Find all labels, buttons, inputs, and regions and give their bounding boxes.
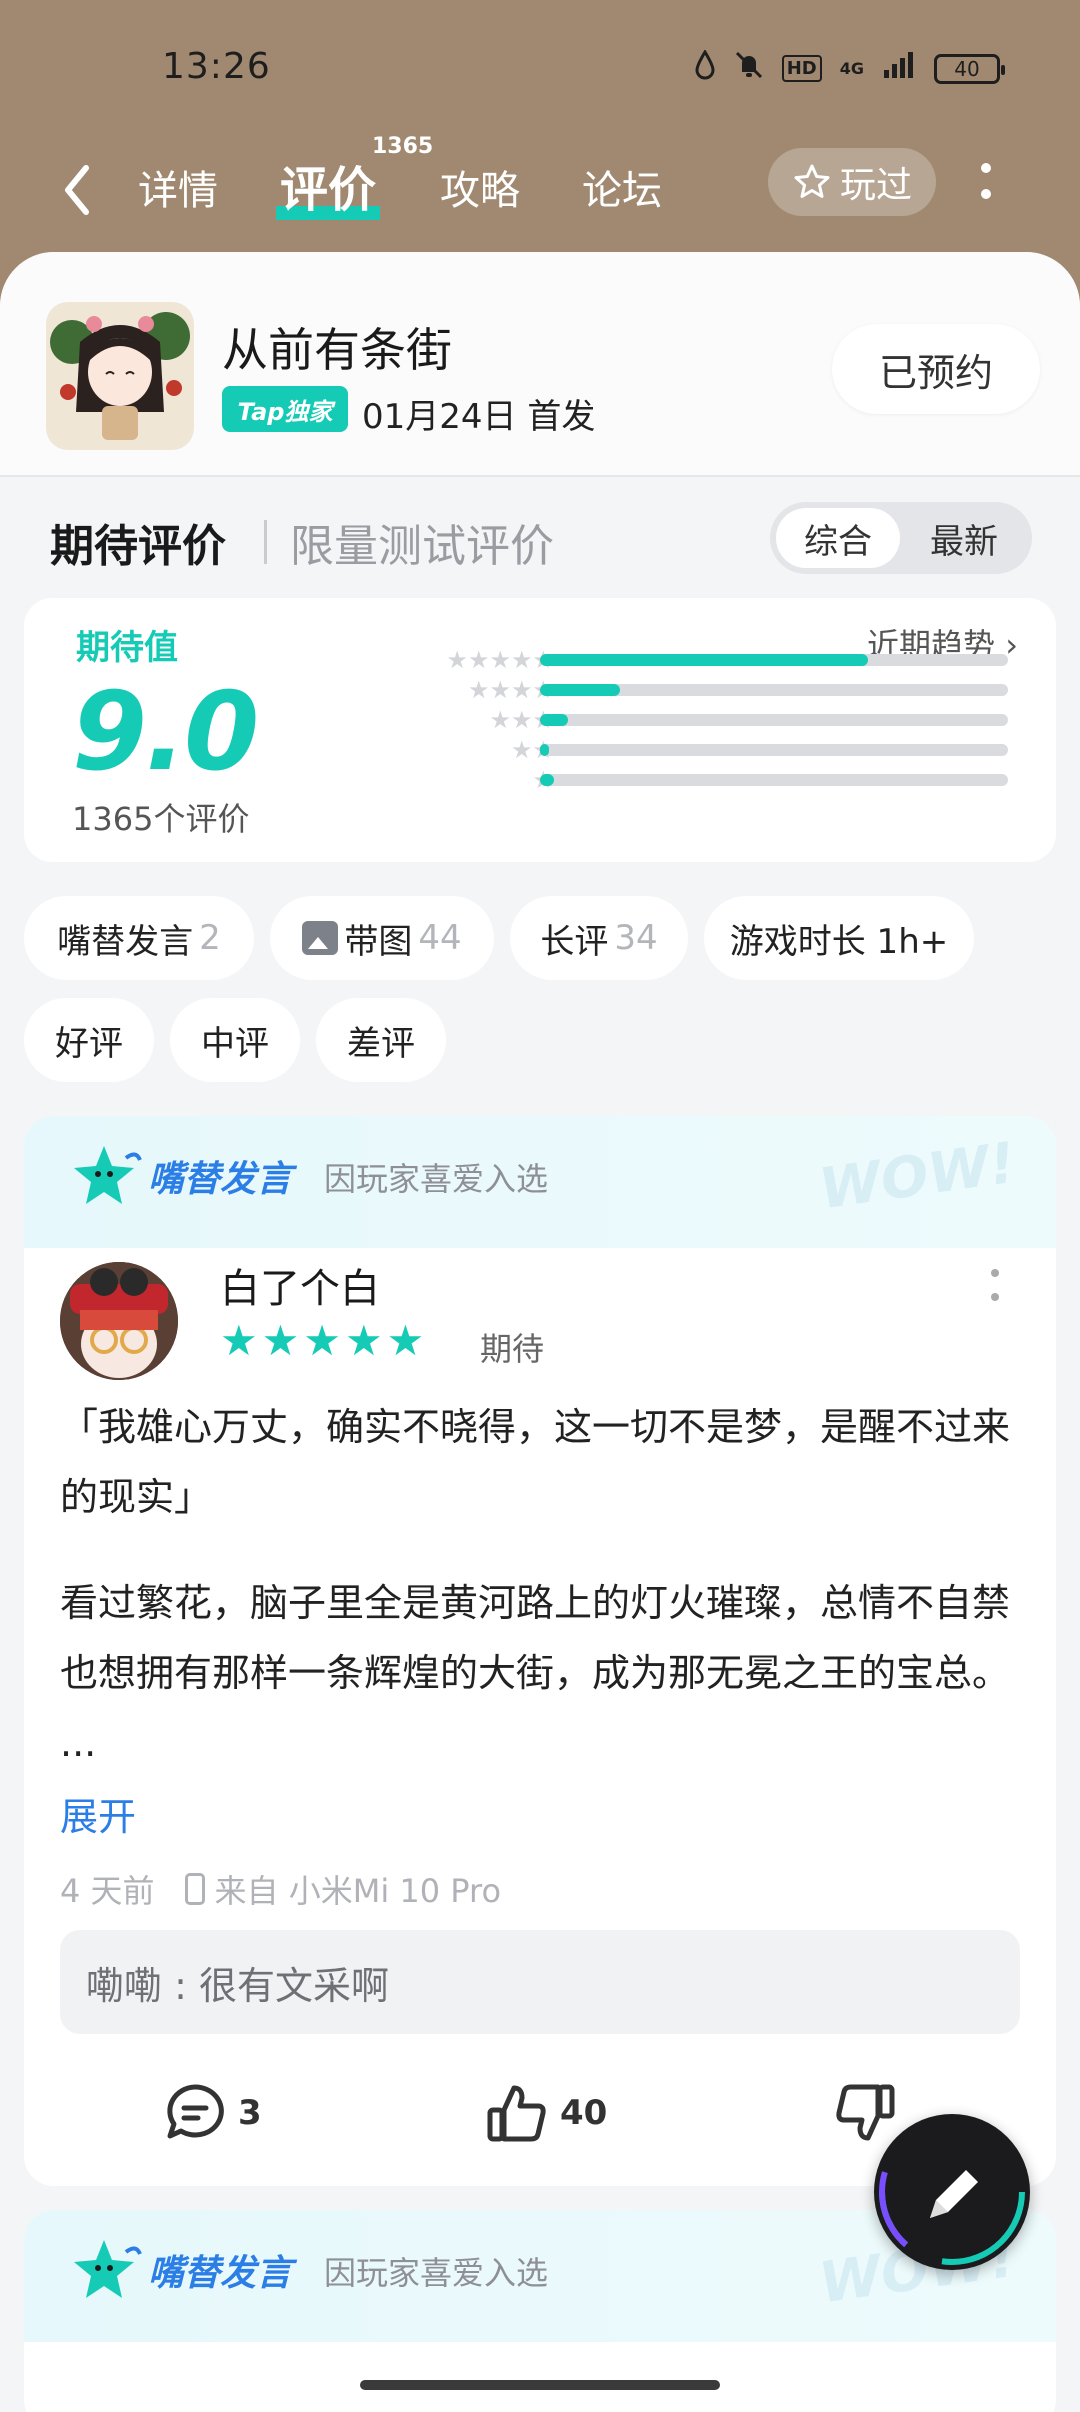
write-review-button[interactable]	[874, 2114, 1030, 2270]
review-device: 来自 小米Mi 10 Pro	[214, 1872, 502, 1910]
release-date: 01月24日 首发	[362, 397, 596, 437]
divider	[264, 520, 267, 564]
distribution-stars: ★★★★	[467, 676, 554, 704]
sort-latest[interactable]: 最新	[902, 508, 1026, 568]
expectation-reviews-tab[interactable]: 期待评价	[50, 510, 226, 574]
distribution-bar-fill	[540, 654, 868, 666]
chip-label: 游戏时长 1h+	[729, 921, 949, 962]
chip-featured[interactable]: 嘴替发言 2	[24, 896, 254, 980]
status-bar: 13:26 HD 4G 40	[0, 0, 1080, 140]
review-more-icon[interactable]	[990, 1268, 1000, 1302]
distribution-bar-fill	[540, 774, 555, 786]
reply-preview[interactable]: 嘞嘞 : 很有文采啊	[60, 1930, 1020, 2034]
status-time: 13:26	[162, 46, 271, 87]
tab-reviews[interactable]: 评价	[275, 150, 381, 220]
thumbs-up-icon	[487, 2085, 546, 2142]
distribution-stars: ★	[374, 766, 554, 794]
rating-attitude: 期待	[480, 1330, 545, 1368]
chip-long-reviews[interactable]: 长评 34	[510, 896, 688, 980]
chip-label: 中评	[201, 1023, 269, 1064]
distribution-stars: ★★★	[489, 706, 554, 734]
score-card: 期待值 9.0 1365个评价 近期趋势 › ★★★★★★★★★★★★★★★	[24, 598, 1056, 862]
sort-comprehensive[interactable]: 综合	[776, 508, 900, 568]
featured-reason: 因玩家喜爱入选	[324, 2254, 549, 2292]
rating-stars: ★★★★★	[220, 1316, 429, 1365]
chip-count: 44	[418, 918, 462, 958]
star-outline-icon	[794, 164, 830, 198]
review-card: 嘴替发言 因玩家喜爱入选 WOW! 白了个白 ★★★★★ 期待 「我雄心万丈，确…	[24, 1116, 1056, 2186]
hd-icon: HD	[781, 55, 822, 82]
reserved-button[interactable]: 已预约	[832, 324, 1040, 414]
chip-playtime[interactable]: 游戏时长 1h+	[704, 896, 974, 980]
network-label: 4G	[839, 59, 864, 78]
chip-label: 差评	[347, 1023, 415, 1064]
review-count: 1365个评价	[72, 800, 250, 838]
limited-test-reviews-tab[interactable]: 限量测试评价	[290, 510, 554, 574]
like-count: 40	[560, 2093, 608, 2133]
distribution-bar	[540, 744, 1008, 756]
distribution-bar	[540, 654, 1008, 666]
mute-bell-icon	[734, 50, 764, 87]
chip-count: 2	[199, 918, 221, 958]
rating-header: 期待评价 限量测试评价 综合 最新	[0, 502, 1080, 582]
game-icon[interactable]	[46, 302, 194, 450]
water-drop-icon	[694, 49, 716, 87]
distribution-bar	[540, 684, 1008, 696]
review-body: 看过繁花，脑子里全是黄河路上的灯火璀璨，总情不自禁也想拥有那样一条辉煌的大街，成…	[60, 1581, 1011, 1765]
review-meta: 4 天前 来自 小米Mi 10 Pro	[60, 1866, 501, 1912]
pencil-icon	[879, 2119, 1025, 2265]
chip-neutral[interactable]: 中评	[170, 998, 300, 1082]
battery-icon: 40	[934, 53, 1005, 84]
back-arrow-icon[interactable]	[58, 160, 98, 220]
distribution-bar-fill	[540, 744, 550, 756]
home-indicator[interactable]	[360, 2380, 720, 2390]
signal-icon	[882, 50, 916, 87]
chip-label: 嘴替发言	[57, 921, 194, 962]
distribution-stars: ★★★★★	[446, 646, 554, 674]
played-button[interactable]: 玩过	[768, 148, 936, 216]
more-vertical-icon[interactable]	[980, 162, 992, 202]
chip-label: 带图	[344, 921, 413, 962]
distribution-stars: ★★	[510, 736, 554, 764]
expand-link[interactable]: 展开	[60, 1786, 136, 1841]
distribution-bar	[540, 714, 1008, 726]
avatar[interactable]	[60, 1262, 178, 1380]
featured-reason: 因玩家喜爱入选	[324, 1160, 549, 1198]
distribution-bar	[540, 774, 1008, 786]
chip-positive[interactable]: 好评	[24, 998, 154, 1082]
tab-guides[interactable]: 攻略	[440, 158, 520, 216]
content-sheet: 从前有条街 Tap独家 01月24日 首发 已预约 期待评价 限量测试评价 综合…	[0, 252, 1080, 2412]
comment-button[interactable]: 3	[164, 2082, 262, 2144]
mascot-star-icon	[74, 1146, 142, 1204]
sort-toggle: 综合 最新	[770, 502, 1032, 574]
tap-exclusive-badge: Tap独家	[222, 386, 348, 432]
featured-brand: 嘴替发言	[148, 2253, 293, 2294]
chip-count: 34	[614, 918, 658, 958]
comment-count: 3	[238, 2093, 262, 2133]
chip-negative[interactable]: 差评	[316, 998, 446, 1082]
distribution-bar-fill	[540, 684, 620, 696]
phone-icon	[184, 1873, 205, 1905]
game-header: 从前有条街 Tap独家 01月24日 首发 已预约	[0, 252, 1080, 477]
image-icon	[302, 921, 339, 955]
tab-details[interactable]: 详情	[138, 158, 218, 216]
mascot-star-icon	[74, 2240, 142, 2298]
tab-forum[interactable]: 论坛	[582, 158, 662, 216]
user-name[interactable]: 白了个白	[220, 1256, 380, 1314]
like-button[interactable]: 40	[486, 2082, 607, 2144]
distribution-bar-fill	[540, 714, 569, 726]
chip-with-images[interactable]: 带图 44	[270, 896, 494, 980]
review-quote: 「我雄心万丈，确实不晓得，这一切不是梦，是醒不过来的现实」	[60, 1405, 1011, 1519]
comment-icon	[167, 2084, 224, 2139]
featured-brand: 嘴替发言	[148, 1159, 293, 1200]
status-icons: HD 4G 40	[694, 49, 1005, 87]
chip-label: 好评	[55, 1023, 123, 1064]
played-label: 玩过	[839, 165, 912, 206]
chip-label: 长评	[540, 921, 609, 962]
game-title: 从前有条街	[222, 323, 452, 377]
expectation-label: 期待值	[76, 628, 178, 668]
score-value: 9.0	[72, 670, 259, 795]
reviews-count-badge: 1365	[372, 134, 434, 159]
review-time: 4 天前	[60, 1872, 155, 1910]
